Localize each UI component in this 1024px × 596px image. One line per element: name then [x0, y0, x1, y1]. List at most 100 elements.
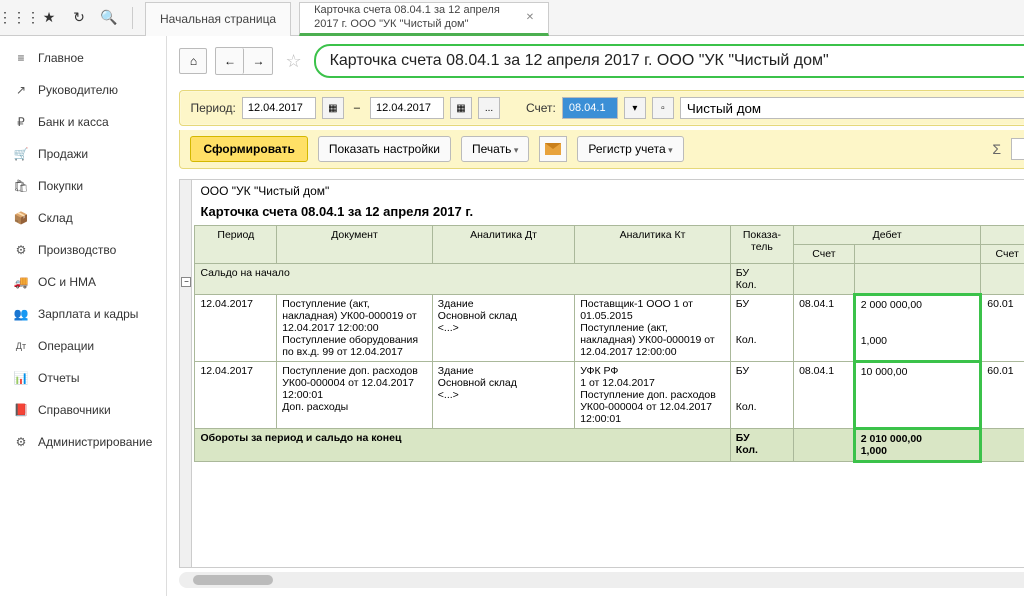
sidebar-item-label: Справочники [38, 403, 111, 417]
th-credit: Кредит [981, 226, 1024, 245]
cell-akt: УФК РФ 1 от 12.04.2017 Поступление доп. … [575, 362, 731, 429]
cell-d-acc: 08.04.1 [794, 295, 855, 362]
date-from-input[interactable] [242, 97, 316, 119]
org-input[interactable] [680, 97, 1024, 119]
period-picker-button[interactable]: ... [478, 97, 500, 119]
th-akt: Аналитика Кт [575, 226, 731, 264]
sidebar-item-production[interactable]: ⚙Производство [0, 234, 166, 266]
cell-akt: Поставщик-1 ООО 1 от 01.05.2015 Поступле… [575, 295, 731, 362]
table-header-row: Период Документ Аналитика Дт Аналитика К… [195, 226, 1024, 245]
sidebar-item-purchases[interactable]: 🛍 Покупки [0, 170, 166, 202]
sidebar-item-label: Продажи [38, 147, 88, 161]
dash: – [354, 102, 360, 114]
report-table: Период Документ Аналитика Дт Аналитика К… [194, 225, 1024, 463]
history-icon[interactable]: ↻ [68, 7, 90, 29]
table-row[interactable]: 12.04.2017 Поступление доп. расходов УК0… [195, 362, 1024, 429]
main-layout: ≡Главное ↗ Руководителю ₽ Банк и касса 🛒 Пр… [0, 36, 1024, 596]
cell-d-sum: 2 000 000,001,000 [854, 295, 981, 362]
calendar-from-icon[interactable]: ▦ [322, 97, 344, 119]
people-icon: 👥 [14, 307, 28, 321]
sidebar-item-reports[interactable]: 📊 Отчеты [0, 362, 166, 394]
sum-input[interactable] [1011, 138, 1024, 160]
account-input[interactable] [562, 97, 618, 119]
forward-button[interactable]: → [244, 48, 272, 74]
sidebar-item-label: Производство [38, 243, 116, 257]
star-icon[interactable]: ★ [38, 7, 60, 29]
sidebar-item-label: Склад [38, 211, 73, 225]
sidebar-item-assets[interactable]: 🚚ОС и НМА [0, 266, 166, 298]
chart-icon: ↗ [14, 83, 28, 97]
sigma-icon[interactable]: Σ [992, 141, 1001, 157]
account-label: Счет: [526, 101, 556, 115]
report-title: Карточка счета 08.04.1 за 12 апреля 2017… [194, 202, 1024, 225]
th-adt: Аналитика Дт [432, 226, 574, 264]
print-button[interactable]: Печать [461, 136, 529, 162]
th-debit: Дебет [794, 226, 981, 245]
favorite-icon[interactable]: ☆ [281, 51, 305, 72]
mail-icon [545, 143, 561, 155]
totals-d-sum: 2 010 000,001,000 [854, 429, 981, 462]
date-to-input[interactable] [370, 97, 444, 119]
account-dropdown-icon[interactable]: ▾ [624, 97, 646, 119]
th-indicator: Показа- тель [730, 226, 793, 264]
mail-button[interactable] [539, 136, 567, 162]
sidebar-item-manager[interactable]: ↗ Руководителю [0, 74, 166, 106]
scrollbar-thumb[interactable] [193, 575, 273, 585]
close-icon[interactable]: ✕ [526, 12, 534, 23]
sidebar-item-refs[interactable]: 📕 Справочники [0, 394, 166, 426]
tab-home[interactable]: Начальная страница [145, 2, 291, 36]
table-row[interactable]: 12.04.2017 Поступление (акт, накладная) … [195, 295, 1024, 362]
reports-icon: 📊 [14, 371, 28, 385]
cell-adt: Здание Основной склад <...> [432, 295, 574, 362]
totals-ind: БУКол. [730, 429, 793, 462]
sidebar-item-admin[interactable]: ⚙Администрирование [0, 426, 166, 458]
home-button[interactable]: ⌂ [179, 48, 207, 74]
search-icon[interactable]: 🔍 [98, 7, 120, 29]
cell-doc: Поступление доп. расходов УК00-000004 от… [277, 362, 433, 429]
tab-report[interactable]: Карточка счета 08.04.1 за 12 апреля 2017… [299, 2, 549, 36]
page-title: Карточка счета 08.04.1 за 12 апреля 2017… [314, 44, 1024, 78]
sidebar-item-label: Банк и касса [38, 115, 109, 129]
horizontal-scrollbar[interactable] [179, 572, 1024, 588]
bag-icon: 🛍 [14, 179, 28, 193]
cell-c-acc: 60.01 [981, 295, 1024, 362]
dtdt-icon: Дт [14, 339, 28, 353]
ruble-icon: ₽ [14, 115, 28, 129]
top-toolbar: ⋮⋮⋮ ★ ↻ 🔍 Начальная страница Карточка сч… [0, 0, 1024, 36]
th-doc: Документ [277, 226, 433, 264]
register-button[interactable]: Регистр учета [577, 136, 683, 162]
totals-label: Обороты за период и сальдо на конец [195, 429, 730, 462]
cell-d-sum: 10 000,00 [854, 362, 981, 429]
book-icon: 📕 [14, 403, 28, 417]
sidebar-item-label: Зарплата и кадры [38, 307, 138, 321]
tab-label: Начальная страница [160, 12, 276, 26]
saldo-bu: БУКол. [730, 264, 793, 295]
sidebar-item-warehouse[interactable]: 📦Склад [0, 202, 166, 234]
sidebar-item-main[interactable]: ≡Главное [0, 42, 166, 74]
saldo-start-row: Сальдо на начало БУКол. [195, 264, 1024, 295]
show-settings-button[interactable]: Показать настройки [318, 136, 451, 162]
cell-ind: БУКол. [730, 362, 793, 429]
divider [132, 7, 133, 29]
apps-icon[interactable]: ⋮⋮⋮ [8, 7, 30, 29]
action-bar: Сформировать Показать настройки Печать Р… [179, 130, 1024, 169]
sidebar-item-label: Отчеты [38, 371, 79, 385]
sidebar-item-operations[interactable]: ДтОперации [0, 330, 166, 362]
th-d-blank [854, 245, 981, 264]
sidebar-item-label: Покупки [38, 179, 83, 193]
sidebar-item-sales[interactable]: 🛒 Продажи [0, 138, 166, 170]
sidebar-item-label: Руководителю [38, 83, 118, 97]
th-c-acc: Счет [981, 245, 1024, 264]
back-button[interactable]: ← [216, 48, 244, 74]
sidebar-item-payroll[interactable]: 👥 Зарплата и кадры [0, 298, 166, 330]
calendar-to-icon[interactable]: ▦ [450, 97, 472, 119]
sidebar-item-bank[interactable]: ₽ Банк и касса [0, 106, 166, 138]
account-open-icon[interactable]: ▫ [652, 97, 674, 119]
cell-adt: Здание Основной склад <...> [432, 362, 574, 429]
sidebar: ≡Главное ↗ Руководителю ₽ Банк и касса 🛒 Пр… [0, 36, 167, 596]
period-label: Период: [190, 101, 235, 115]
content: ⌂ ← → ☆ Карточка счета 08.04.1 за 12 апр… [167, 36, 1024, 596]
form-button[interactable]: Сформировать [190, 136, 307, 162]
cart-icon: 🛒 [14, 147, 28, 161]
cell-period: 12.04.2017 [195, 362, 277, 429]
